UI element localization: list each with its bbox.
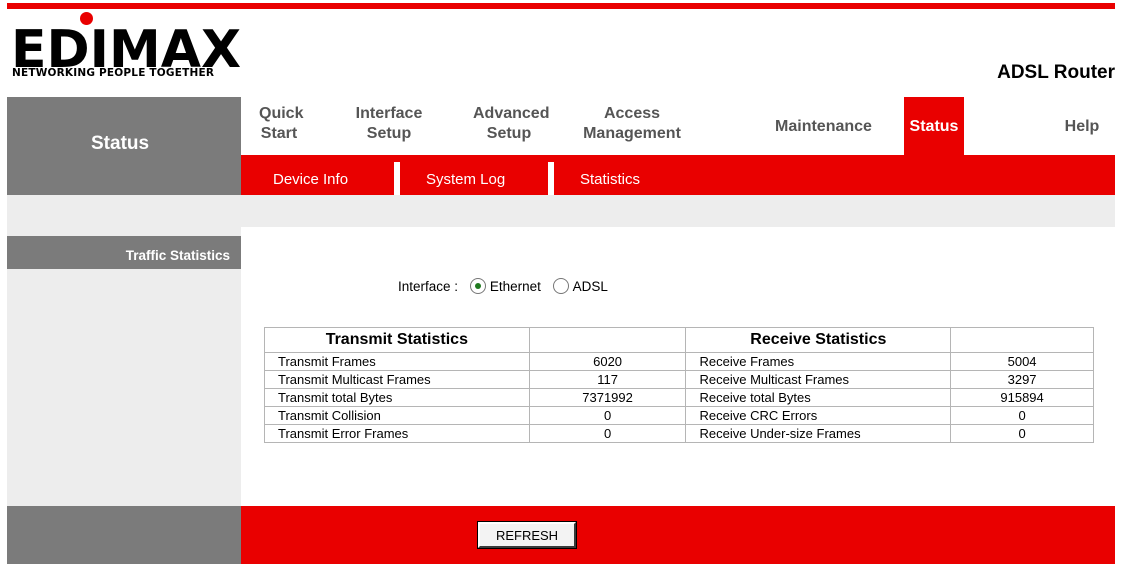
tx-value: 0	[528, 406, 687, 425]
nav-quick-start[interactable]: Quick Start	[259, 104, 304, 144]
tx-value: 117	[528, 370, 687, 389]
rx-label: Receive Frames	[685, 352, 952, 371]
rx-value: 0	[950, 424, 1094, 443]
ethernet-radio-label: Ethernet	[489, 279, 541, 294]
nav-advanced-setup[interactable]: Advanced Setup	[473, 104, 550, 144]
nav-label: Setup	[486, 125, 532, 142]
section-title: Traffic Statistics	[7, 236, 241, 269]
nav-label: Advanced	[473, 105, 550, 122]
tx-label: Transmit total Bytes	[264, 388, 530, 407]
subnav-device-info[interactable]: Device Info	[273, 171, 348, 188]
rx-label: Receive Multicast Frames	[685, 370, 952, 389]
table-row: Transmit Multicast Frames 117 Receive Mu…	[264, 370, 1094, 389]
left-column: Traffic Statistics	[7, 227, 241, 506]
nav-help[interactable]: Help	[1061, 117, 1103, 137]
nav-label: Help	[1064, 118, 1100, 135]
logo-tagline: NETWORKING PEOPLE TOGETHER	[12, 67, 215, 79]
sub-nav: Device Info System Log Statistics	[241, 155, 1115, 195]
tx-label: Transmit Collision	[264, 406, 530, 425]
rx-value: 0	[950, 406, 1094, 425]
footer-red-panel	[241, 506, 1115, 564]
tx-value: 7371992	[528, 388, 687, 407]
product-name: ADSL Router	[997, 62, 1115, 83]
edimax-logo: EDIMAX NETWORKING PEOPLE TOGETHER	[11, 12, 251, 82]
adsl-radio-label: ADSL	[572, 279, 608, 294]
subnav-separator	[394, 162, 400, 195]
rx-label: Receive CRC Errors	[685, 406, 952, 425]
interface-selector: Interface : Ethernet ADSL	[398, 278, 608, 294]
tx-value: 6020	[528, 352, 687, 371]
nav-interface-setup[interactable]: Interface Setup	[353, 104, 425, 144]
table-row: Transmit Frames 6020 Receive Frames 5004	[264, 352, 1094, 371]
nav-status[interactable]: Status	[904, 97, 964, 155]
rx-value: 5004	[950, 352, 1094, 371]
nav-label: Start	[260, 125, 298, 142]
tx-value: 0	[528, 424, 687, 443]
tx-label: Transmit Frames	[264, 352, 530, 371]
nav-maintenance[interactable]: Maintenance	[761, 117, 886, 137]
spacer-band	[7, 195, 1115, 227]
rx-label: Receive total Bytes	[685, 388, 952, 407]
rx-label: Receive Under-size Frames	[685, 424, 952, 443]
refresh-button[interactable]: REFRESH	[477, 521, 577, 549]
tx-label: Transmit Multicast Frames	[264, 370, 530, 389]
nav-label: Access	[603, 105, 661, 122]
nav-label: Quick	[259, 105, 304, 122]
nav-section-title: Status	[91, 133, 150, 154]
nav-label: Status	[909, 118, 959, 135]
main-nav: Quick Start Interface Setup Advanced Set…	[241, 97, 1115, 155]
rx-value: 3297	[950, 370, 1094, 389]
table-header-row: Transmit Statistics Receive Statistics	[264, 327, 1094, 353]
transmit-header: Transmit Statistics	[264, 327, 530, 353]
top-red-bar	[7, 3, 1115, 9]
tx-label: Transmit Error Frames	[264, 424, 530, 443]
receive-header: Receive Statistics	[685, 327, 952, 353]
adsl-radio[interactable]	[552, 278, 569, 294]
nav-access-management[interactable]: Access Management	[582, 104, 682, 144]
footer-gray-panel	[7, 506, 241, 564]
nav-label: Maintenance	[775, 118, 872, 135]
table-row: Transmit Error Frames 0 Receive Under-si…	[264, 424, 1094, 443]
nav-label: Management	[583, 125, 681, 142]
subnav-statistics[interactable]: Statistics	[580, 171, 640, 188]
transmit-value-header	[528, 327, 687, 353]
traffic-statistics-table: Transmit Statistics Receive Statistics T…	[264, 327, 1094, 443]
interface-label: Interface :	[398, 279, 459, 294]
subnav-separator	[548, 162, 554, 195]
receive-value-header	[950, 327, 1094, 353]
nav-section-panel: Status	[7, 97, 241, 195]
nav-label: Setup	[366, 125, 412, 142]
subnav-system-log[interactable]: System Log	[426, 171, 505, 188]
rx-value: 915894	[950, 388, 1094, 407]
ethernet-radio[interactable]	[469, 278, 486, 294]
table-row: Transmit Collision 0 Receive CRC Errors …	[264, 406, 1094, 425]
nav-label: Interface	[355, 105, 423, 122]
table-row: Transmit total Bytes 7371992 Receive tot…	[264, 388, 1094, 407]
